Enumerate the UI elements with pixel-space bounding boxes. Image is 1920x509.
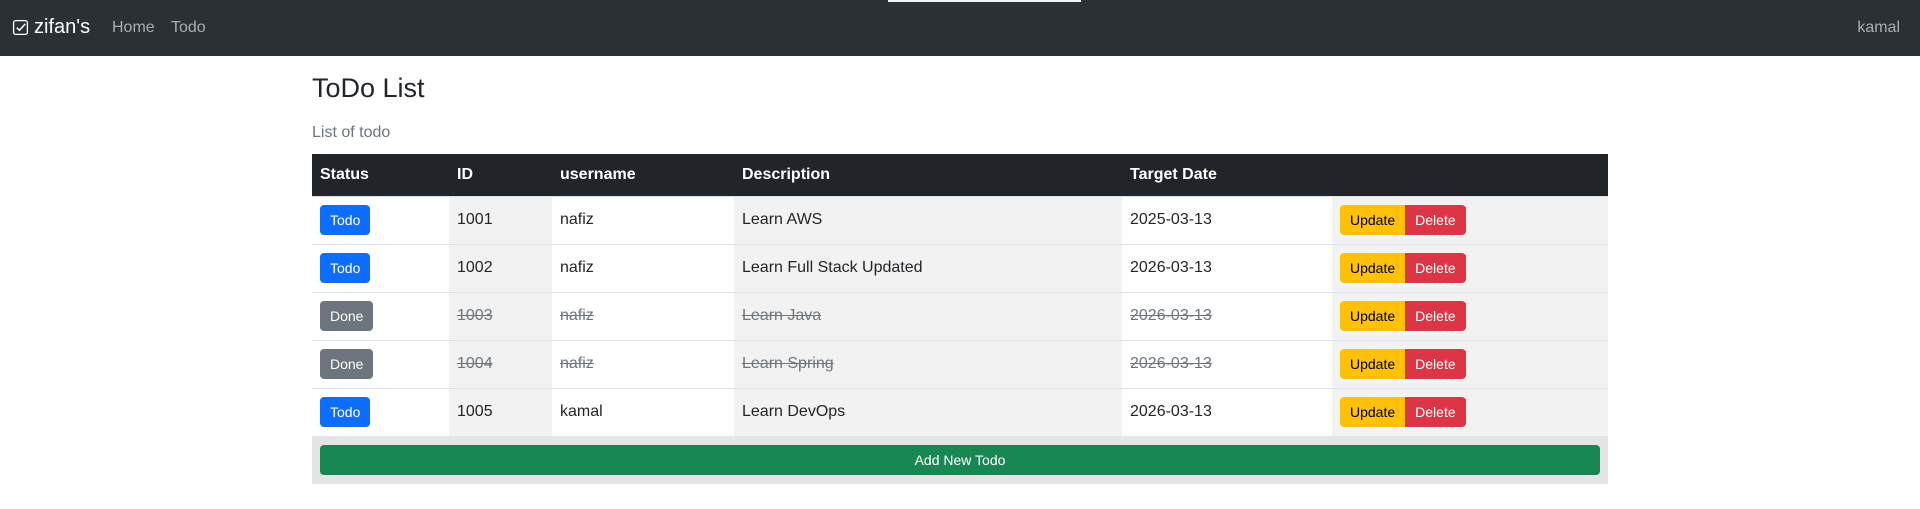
brand-label: zifan's	[34, 16, 91, 38]
add-new-todo-button[interactable]: Add New Todo	[320, 445, 1600, 475]
todo-id: 1005	[457, 403, 493, 420]
nav-todo-link[interactable]: Todo	[171, 19, 206, 37]
status-toggle-button[interactable]: Todo	[320, 205, 371, 235]
username-cell: nafiz	[552, 196, 734, 245]
todo-target-date: 2025-03-13	[1130, 211, 1212, 228]
target-date-cell: 2026-03-13	[1122, 244, 1332, 293]
checkbox-icon	[12, 19, 29, 36]
top-navbar: zifan's Home Todo kamal	[0, 0, 1920, 56]
action-button-group: Update Delete	[1340, 301, 1466, 331]
header-actions	[1332, 154, 1608, 197]
todo-id: 1002	[457, 259, 493, 276]
username-cell: nafiz	[552, 340, 734, 389]
status-cell: Todo	[312, 196, 449, 245]
target-date-cell: 2026-03-13	[1122, 388, 1332, 437]
target-date-cell: 2025-03-13	[1122, 196, 1332, 245]
todo-description: Learn Full Stack Updated	[742, 259, 923, 276]
todo-id: 1001	[457, 211, 493, 228]
username-cell: nafiz	[552, 292, 734, 341]
action-button-group: Update Delete	[1340, 205, 1466, 235]
action-button-group: Update Delete	[1340, 349, 1466, 379]
status-cell: Todo	[312, 388, 449, 437]
description-cell: Learn AWS	[734, 196, 1122, 245]
header-target-date: Target Date	[1122, 154, 1332, 197]
todo-username: nafiz	[560, 211, 594, 228]
table-row: Done 1004 nafiz Learn Spring 2026-03-13 Updat…	[312, 340, 1608, 389]
update-button[interactable]: Update	[1340, 397, 1406, 427]
status-toggle-button[interactable]: Todo	[320, 253, 371, 283]
todo-target-date: 2026-03-13	[1130, 307, 1212, 324]
todo-table: Status ID username Description Target Da…	[312, 154, 1608, 437]
id-cell: 1004	[449, 340, 552, 389]
todo-target-date: 2026-03-13	[1130, 355, 1212, 372]
action-button-group: Update Delete	[1340, 397, 1466, 427]
status-cell: Done	[312, 292, 449, 341]
todo-target-date: 2026-03-13	[1130, 403, 1212, 420]
username-cell: nafiz	[552, 244, 734, 293]
username-cell: kamal	[552, 388, 734, 437]
table-footer-row: Add New Todo	[312, 436, 1608, 484]
table-row: Todo 1001 nafiz Learn AWS 2025-03-13 Update De…	[312, 196, 1608, 245]
target-date-cell: 2026-03-13	[1122, 340, 1332, 389]
table-header-row: Status ID username Description Target Da…	[312, 154, 1608, 197]
table-row: Done 1003 nafiz Learn Java 2026-03-13 Update D…	[312, 292, 1608, 341]
status-cell: Done	[312, 340, 449, 389]
todo-description: Learn Spring	[742, 355, 834, 372]
actions-cell: Update Delete	[1332, 244, 1608, 293]
actions-cell: Update Delete	[1332, 292, 1608, 341]
update-button[interactable]: Update	[1340, 301, 1406, 331]
id-cell: 1002	[449, 244, 552, 293]
page-subtitle: List of todo	[312, 124, 391, 141]
delete-button[interactable]: Delete	[1405, 349, 1466, 379]
todo-target-date: 2026-03-13	[1130, 259, 1212, 276]
description-cell: Learn Full Stack Updated	[734, 244, 1122, 293]
todo-description: Learn DevOps	[742, 403, 846, 420]
todo-id: 1003	[457, 307, 493, 324]
status-cell: Todo	[312, 244, 449, 293]
nav-home-link[interactable]: Home	[112, 19, 155, 37]
header-username: username	[552, 154, 734, 197]
todo-username: nafiz	[560, 355, 594, 372]
delete-button[interactable]: Delete	[1405, 301, 1466, 331]
header-status: Status	[312, 154, 449, 197]
update-button[interactable]: Update	[1340, 205, 1406, 235]
id-cell: 1003	[449, 292, 552, 341]
table-row: Todo 1005 kamal Learn DevOps 2026-03-13 Updat…	[312, 388, 1608, 437]
id-cell: 1005	[449, 388, 552, 437]
todo-username: nafiz	[560, 259, 594, 276]
actions-cell: Update Delete	[1332, 388, 1608, 437]
todo-description: Learn AWS	[742, 211, 823, 228]
delete-button[interactable]: Delete	[1405, 205, 1466, 235]
nav-indicator	[888, 0, 1081, 2]
actions-cell: Update Delete	[1332, 196, 1608, 245]
status-toggle-button[interactable]: Todo	[320, 397, 371, 427]
target-date-cell: 2026-03-13	[1122, 292, 1332, 341]
delete-button[interactable]: Delete	[1405, 397, 1466, 427]
todo-username: nafiz	[560, 307, 594, 324]
status-toggle-button[interactable]: Done	[320, 349, 374, 379]
header-id: ID	[449, 154, 552, 197]
header-description: Description	[734, 154, 1122, 197]
table-row: Todo 1002 nafiz Learn Full Stack Updated 202…	[312, 244, 1608, 293]
delete-button[interactable]: Delete	[1405, 253, 1466, 283]
id-cell: 1001	[449, 196, 552, 245]
update-button[interactable]: Update	[1340, 349, 1406, 379]
todo-description: Learn Java	[742, 307, 822, 324]
page-title: ToDo List	[312, 73, 425, 103]
status-toggle-button[interactable]: Done	[320, 301, 374, 331]
brand-link[interactable]: zifan's	[12, 16, 90, 39]
user-link[interactable]: kamal	[1857, 19, 1900, 37]
todo-id: 1004	[457, 355, 493, 372]
update-button[interactable]: Update	[1340, 253, 1406, 283]
description-cell: Learn Java	[734, 292, 1122, 341]
description-cell: Learn Spring	[734, 340, 1122, 389]
description-cell: Learn DevOps	[734, 388, 1122, 437]
actions-cell: Update Delete	[1332, 340, 1608, 389]
todo-username: kamal	[560, 403, 603, 420]
action-button-group: Update Delete	[1340, 253, 1466, 283]
